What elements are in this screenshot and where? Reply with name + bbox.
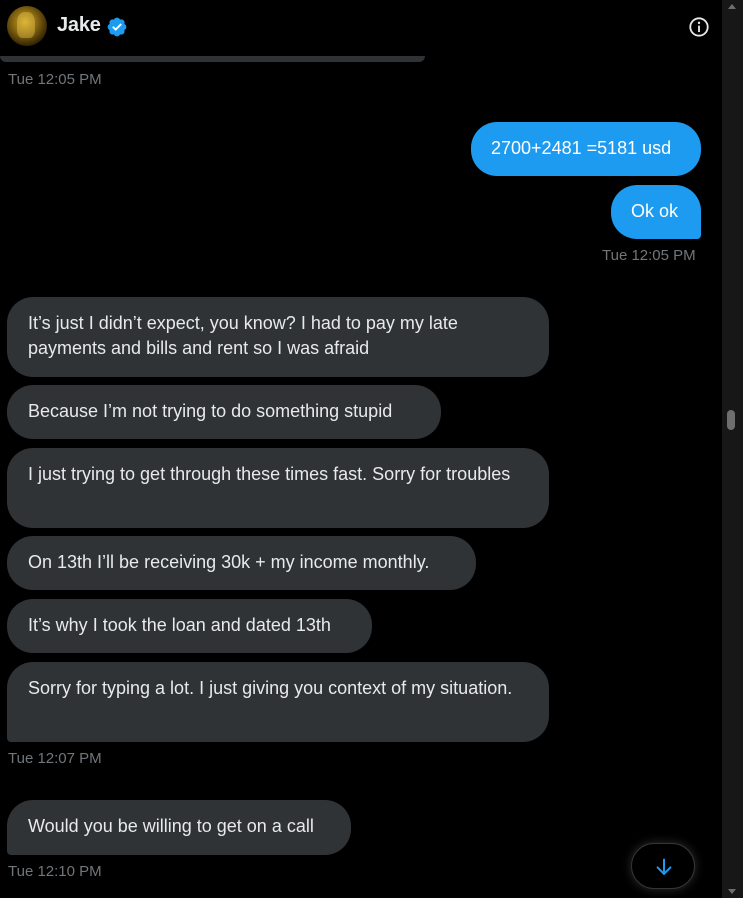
- message-timestamp: Tue 12:07 PM: [8, 750, 102, 767]
- incoming-message[interactable]: It’s why I took the loan and dated 13th: [7, 599, 372, 653]
- outgoing-message[interactable]: 2700+2481 =5181 usd: [471, 122, 701, 176]
- scrollbar[interactable]: [722, 0, 743, 898]
- arrow-down-icon: [656, 858, 672, 875]
- avatar[interactable]: [7, 6, 47, 46]
- conversation-header: Jake: [0, 0, 722, 62]
- incoming-message[interactable]: Because I’m not trying to do something s…: [7, 385, 441, 439]
- incoming-message[interactable]: On 13th I’ll be receiving 30k + my incom…: [7, 536, 476, 590]
- dm-conversation: Tue 12:05 PM 2700+2481 =5181 usd Ok ok T…: [0, 0, 743, 898]
- scroll-to-bottom-button[interactable]: [631, 843, 695, 889]
- contact-name[interactable]: Jake: [57, 14, 101, 37]
- message-timestamp: Tue 12:05 PM: [602, 247, 696, 264]
- verified-badge-icon: [107, 17, 127, 37]
- message-timestamp: Tue 12:10 PM: [8, 863, 102, 880]
- header-divider: [0, 56, 425, 62]
- scrollbar-thumb[interactable]: [727, 410, 735, 430]
- scroll-down-arrow-icon[interactable]: [728, 889, 736, 894]
- message-timestamp: Tue 12:05 PM: [8, 71, 102, 88]
- scroll-up-arrow-icon[interactable]: [728, 4, 736, 9]
- incoming-message[interactable]: It’s just I didn’t expect, you know? I h…: [7, 297, 549, 377]
- incoming-message[interactable]: Would you be willing to get on a call: [7, 800, 351, 855]
- info-icon[interactable]: [688, 16, 710, 38]
- incoming-message[interactable]: I just trying to get through these times…: [7, 448, 549, 528]
- outgoing-message[interactable]: Ok ok: [611, 185, 701, 239]
- incoming-message[interactable]: Sorry for typing a lot. I just giving yo…: [7, 662, 549, 742]
